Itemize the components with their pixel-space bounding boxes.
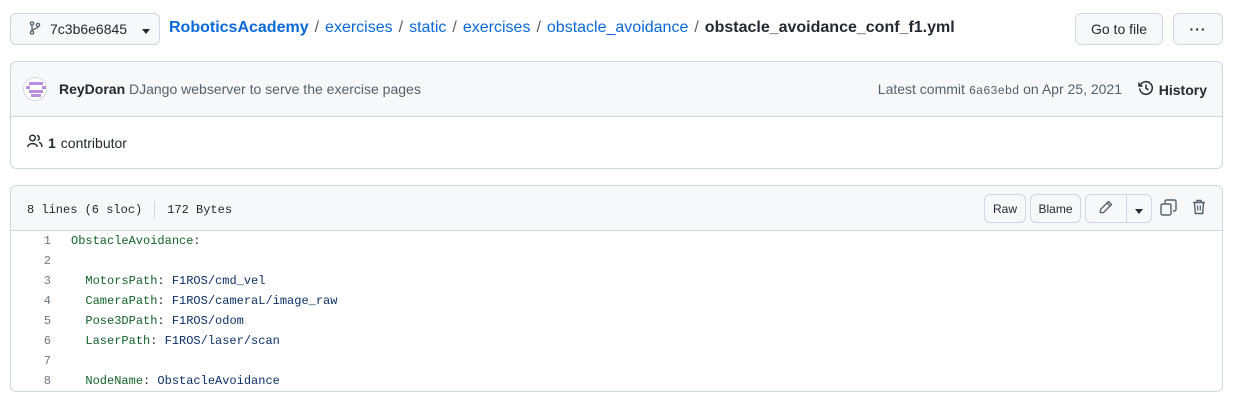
latest-commit-info: Latest commit 6a63ebd on Apr 25, 2021 — [878, 81, 1122, 98]
file-info-divider — [154, 201, 156, 219]
line-number[interactable]: 8 — [11, 371, 51, 391]
file-header: 8 lines (6 sloc) 172 Bytes Raw Blame — [11, 186, 1222, 231]
breadcrumb-link-static[interactable]: static — [409, 19, 446, 37]
code-line: 8 NodeName: ObstacleAvoidance — [11, 371, 1222, 391]
yaml-value: F1ROS/odom — [171, 314, 244, 328]
go-to-file-button[interactable]: Go to file — [1075, 13, 1163, 45]
breadcrumb-link-exercises-2[interactable]: exercises — [463, 19, 531, 37]
commit-date: on Apr 25, 2021 — [1023, 81, 1122, 97]
trash-icon[interactable] — [1192, 199, 1206, 218]
avatar[interactable] — [23, 77, 47, 101]
commit-author-link[interactable]: ReyDoran — [59, 81, 125, 97]
latest-commit-label: Latest commit — [877, 81, 965, 97]
history-label: History — [1158, 81, 1207, 98]
code-content: NodeName: ObstacleAvoidance — [71, 371, 280, 391]
code-line: 1 ObstacleAvoidance: — [11, 231, 1222, 251]
file-lines-info: 8 lines (6 sloc) — [27, 203, 143, 217]
breadcrumb-link-exercises[interactable]: exercises — [325, 19, 393, 37]
branch-icon — [29, 20, 41, 38]
blame-button[interactable]: Blame — [1030, 194, 1081, 223]
people-icon — [27, 134, 43, 151]
breadcrumb-link-obstacle-avoidance[interactable]: obstacle_avoidance — [547, 19, 688, 37]
yaml-separator: : — [157, 314, 172, 328]
breadcrumb-separator: / — [536, 19, 541, 36]
yaml-key: NodeName — [85, 374, 144, 388]
chevron-down-icon — [142, 21, 151, 37]
yaml-value: F1ROS/cameraL/image_raw — [171, 294, 338, 308]
branch-select-button[interactable]: 7c3b6e6845 — [10, 13, 160, 45]
yaml-key: ObstacleAvoidance — [71, 234, 194, 248]
breadcrumb: RoboticsAcademy / exercises / static / e… — [169, 19, 955, 37]
line-number[interactable]: 1 — [11, 231, 51, 251]
file-size: 172 Bytes — [167, 203, 233, 217]
line-number[interactable]: 3 — [11, 271, 51, 291]
yaml-separator: : — [157, 294, 172, 308]
breadcrumb-separator: / — [398, 19, 404, 36]
breadcrumb-separator: / — [314, 19, 320, 36]
breadcrumb-separator: / — [452, 19, 457, 36]
commit-sha-link[interactable]: 6a63ebd — [969, 84, 1019, 98]
chevron-down-icon — [1135, 201, 1143, 217]
code-line: 5 Pose3DPath: F1ROS/odom — [11, 311, 1222, 331]
contributor-label: contributor — [60, 134, 127, 151]
contributors-row[interactable]: 1 contributor — [27, 134, 127, 151]
code-content: MotorsPath: F1ROS/cmd_vel — [71, 271, 265, 291]
code-content: ObstacleAvoidance: — [71, 231, 201, 251]
pencil-icon — [1099, 200, 1113, 217]
code-content: LaserPath: F1ROS/laser/scan — [71, 331, 280, 351]
copy-icon[interactable] — [1160, 199, 1177, 219]
yaml-separator: : — [193, 234, 201, 248]
yaml-key: MotorsPath — [85, 274, 158, 288]
edit-button-group — [1085, 194, 1152, 223]
branch-name: 7c3b6e6845 — [50, 21, 128, 37]
breadcrumb-current-file: obstacle_avoidance_conf_f1.yml — [704, 19, 955, 36]
line-number[interactable]: 6 — [11, 331, 51, 351]
yaml-value: F1ROS/laser/scan — [164, 334, 280, 348]
code-line: 6 LaserPath: F1ROS/laser/scan — [11, 331, 1222, 351]
yaml-value: F1ROS/cmd_vel — [171, 274, 266, 288]
history-icon — [1138, 80, 1154, 99]
commit-box: ReyDoran DJango webserver to serve the e… — [10, 61, 1223, 169]
code-view: 1 ObstacleAvoidance: 2 3 MotorsPath: F1R… — [11, 231, 1222, 391]
code-line: 3 MotorsPath: F1ROS/cmd_vel — [11, 271, 1222, 291]
line-number[interactable]: 4 — [11, 291, 51, 311]
yaml-key: Pose3DPath — [85, 314, 158, 328]
yaml-separator: : — [143, 374, 158, 388]
more-options-button[interactable]: ··· — [1173, 13, 1223, 45]
breadcrumb-separator: / — [694, 19, 699, 36]
code-line: 7 — [11, 351, 1222, 371]
code-content: Pose3DPath: F1ROS/odom — [71, 311, 244, 331]
code-content: CameraPath: F1ROS/cameraL/image_raw — [71, 291, 337, 311]
commit-message-link[interactable]: DJango webserver to serve the exercise p… — [129, 81, 421, 97]
contributor-count: 1 — [48, 134, 56, 151]
yaml-key: CameraPath — [85, 294, 158, 308]
yaml-key: LaserPath — [85, 334, 151, 348]
breadcrumb-repo-link[interactable]: RoboticsAcademy — [169, 19, 309, 37]
yaml-separator: : — [157, 274, 172, 288]
latest-commit-bar: ReyDoran DJango webserver to serve the e… — [11, 62, 1222, 117]
raw-button[interactable]: Raw — [984, 194, 1026, 223]
edit-file-button[interactable] — [1086, 195, 1127, 222]
line-number[interactable]: 2 — [11, 251, 51, 271]
code-line: 4 CameraPath: F1ROS/cameraL/image_raw — [11, 291, 1222, 311]
file-info: 8 lines (6 sloc) 172 Bytes — [27, 201, 232, 219]
edit-dropdown-button[interactable] — [1127, 195, 1151, 222]
file-viewer: 8 lines (6 sloc) 172 Bytes Raw Blame 1 O… — [10, 185, 1223, 392]
line-number[interactable]: 7 — [11, 351, 51, 371]
history-link[interactable]: History — [1138, 80, 1207, 99]
yaml-value: ObstacleAvoidance — [157, 374, 280, 388]
yaml-separator: : — [150, 334, 165, 348]
code-line: 2 — [11, 251, 1222, 271]
line-number[interactable]: 5 — [11, 311, 51, 331]
